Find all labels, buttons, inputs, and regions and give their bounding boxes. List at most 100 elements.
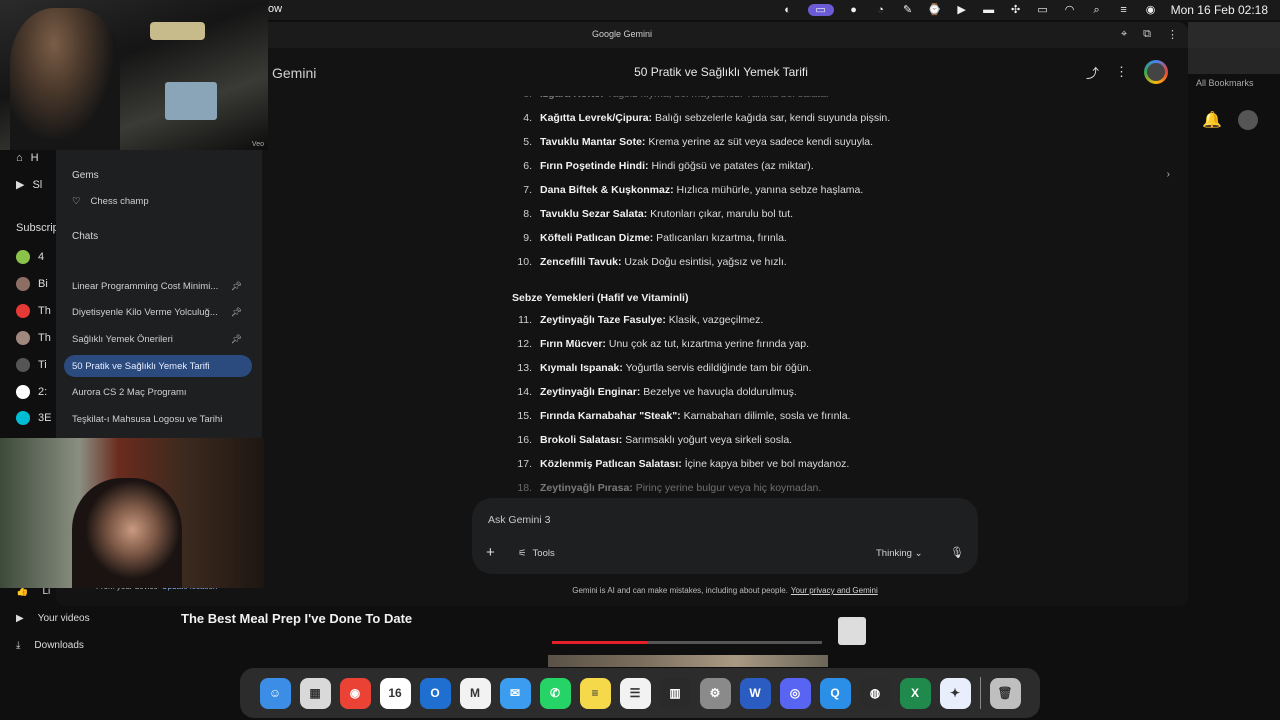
play-icon[interactable]: ▶ [955, 4, 969, 16]
screen-share-icon[interactable]: ▭ [807, 4, 834, 16]
calendar-icon[interactable]: 16 [379, 677, 411, 709]
macos-dock: ☺ ▦ ◉ 16 O M ✉ ✆ ≡ ☰ ▥ ⚙ W ◎ Q ◍ X ✦ 🗑 [240, 668, 1040, 718]
gemini-icon[interactable]: ✦ [939, 677, 971, 709]
prompt-input[interactable]: Ask Gemini 3 [488, 514, 550, 526]
car-icon[interactable]: ▬ [982, 4, 996, 16]
share-icon[interactable]: ⤴ [1086, 63, 1099, 82]
numbers-icon[interactable]: ▥ [659, 677, 691, 709]
more-vert-icon[interactable]: ⋮ [1167, 28, 1178, 41]
driver-silhouette [10, 8, 120, 150]
chat-item[interactable]: Sağlıklı Yemek Önerileri 📌︎ [64, 328, 252, 350]
privacy-link[interactable]: Your privacy and Gemini [791, 586, 878, 595]
battery-icon[interactable]: ▭ [1036, 4, 1050, 16]
chat-item[interactable]: Linear Programming Cost Minimi... 📌︎ [64, 275, 252, 297]
prompt-input-box[interactable]: Ask Gemini 3 + ⚟ Tools Thinking ⌄ 🎙 [472, 498, 978, 574]
recipe-list-item: 10. Zencefilli Tavuk: Uzak Doğu esintisi,… [508, 256, 786, 268]
webcam-overlay-streamer [0, 438, 264, 588]
home-nav[interactable]: ⌂ H [16, 152, 39, 164]
chrome-icon[interactable]: ◉ [339, 677, 371, 709]
account-avatar[interactable] [1144, 60, 1168, 84]
gmail-icon[interactable]: M [459, 677, 491, 709]
notes-icon[interactable]: ≡ [579, 677, 611, 709]
subscription-item[interactable]: Bi [16, 277, 48, 291]
word-icon[interactable]: W [739, 677, 771, 709]
record-icon[interactable]: ● [847, 4, 861, 16]
pin-icon[interactable]: 📌︎ [231, 307, 242, 318]
youtube-avatar[interactable] [1238, 110, 1258, 130]
gems-heading[interactable]: Gems [72, 170, 99, 181]
mic-icon[interactable]: 🎙 [950, 546, 964, 559]
whatsapp-icon[interactable]: ✆ [539, 677, 571, 709]
obs-icon[interactable]: ◍ [859, 677, 891, 709]
downloads-nav[interactable]: ⤓ Downloads [16, 640, 84, 651]
chevron-down-icon: ⌄ [914, 548, 923, 559]
subscription-item[interactable]: 2: [16, 385, 47, 399]
your-videos-nav[interactable]: ▶ Your videos [16, 613, 90, 624]
sync-icon[interactable]: ◔ [874, 4, 888, 16]
menubar-clock[interactable]: Mon 16 Feb 02:18 [1171, 3, 1268, 17]
item-title: Dana Biftek & Kuşkonmaz: [540, 184, 674, 196]
recipe-list-item: 6. Fırın Poşetinde Hindi: Hindi göğsü ve … [508, 160, 813, 172]
video-title[interactable]: The Best Meal Prep I've Done To Date [181, 611, 412, 626]
pen-icon[interactable]: ✎ [901, 4, 915, 16]
download-icon: ⤓ [16, 640, 21, 651]
reminders-icon[interactable]: ☰ [619, 677, 651, 709]
discord-icon[interactable]: ◎ [779, 677, 811, 709]
subscription-item[interactable]: Th [16, 331, 51, 345]
control-center-icon[interactable]: ≡ [1117, 4, 1131, 16]
subscription-item[interactable]: 3E [16, 411, 51, 425]
subscription-item[interactable]: Th [16, 304, 51, 318]
item-title: Zeytinyağlı Enginar: [540, 386, 641, 398]
chat-item[interactable]: 50 Pratik ve Sağlıklı Yemek Tarifi [64, 355, 252, 378]
extension-icon[interactable]: ⧉ [1143, 28, 1151, 41]
recipe-list-item: 5. Tavuklu Mantar Sote: Krema yerine az s… [508, 136, 873, 148]
trash-icon[interactable]: 🗑 [989, 677, 1021, 709]
quicktime-icon[interactable]: Q [819, 677, 851, 709]
search-icon[interactable]: ⌕ [1090, 4, 1104, 16]
settings-icon[interactable]: ⚙ [699, 677, 731, 709]
excel-icon[interactable]: X [899, 677, 931, 709]
item-number: 12. [517, 338, 532, 350]
item-number: 6. [523, 160, 532, 172]
chat-item[interactable]: Teşkilat-ı Mahsusa Logosu ve Tarihi [64, 409, 252, 431]
launchpad-icon[interactable]: ▦ [299, 677, 331, 709]
all-bookmarks-label[interactable]: All Bookmarks [1196, 78, 1254, 88]
video-progress-bar[interactable] [552, 641, 822, 644]
gem-item[interactable]: ♡ Chess champ [72, 196, 149, 207]
shorts-nav[interactable]: ▶ Sl [16, 178, 42, 192]
item-description: Krema yerine az süt veya sadece kendi su… [648, 136, 874, 148]
notifications-bell-icon[interactable]: 🔔 [1202, 110, 1222, 130]
outlook-icon[interactable]: O [419, 677, 451, 709]
mail-icon[interactable]: ✉ [499, 677, 531, 709]
item-description: Unu çok az tut, kızartma yerine fırında … [608, 338, 810, 350]
recipe-list-item: 8. Tavuklu Sezar Salata: Krutonları çıkar… [508, 208, 793, 220]
subscription-item[interactable]: 4 [16, 250, 44, 264]
item-title: Kağıtta Levrek/Çipura: [540, 112, 653, 124]
wifi-icon[interactable]: ◠ [1063, 4, 1077, 16]
pin-icon[interactable]: 📌︎ [231, 334, 242, 345]
video-thumbnail-strip[interactable] [548, 655, 828, 667]
chevron-right-icon[interactable]: › [1167, 169, 1170, 180]
pin-icon[interactable]: 📌︎ [231, 281, 242, 292]
recipe-list-item: 18. Zeytinyağlı Pırasa: Pirinç yerine bul… [508, 482, 821, 494]
siri-icon[interactable]: ◉ [1144, 4, 1158, 16]
more-options-icon[interactable]: ⋮ [1115, 64, 1128, 80]
add-icon[interactable]: + [486, 544, 495, 561]
subscription-item[interactable]: Ti [16, 358, 47, 372]
webcam-tag: Veo [251, 141, 264, 148]
control-icon[interactable]: ◐ [781, 4, 795, 16]
fan-icon[interactable]: ✣ [1009, 4, 1023, 16]
tools-button[interactable]: ⚟ Tools [518, 548, 555, 559]
channel-thumbnail[interactable] [838, 617, 866, 645]
timer-icon[interactable]: ⌚ [928, 4, 942, 16]
item-title: Kıymalı Ispanak: [540, 362, 623, 374]
chat-item[interactable]: Diyetisyenle Kilo Verme Yolculuğ... 📌︎ [64, 302, 252, 324]
chat-item[interactable]: Aurora CS 2 Maç Programı [64, 382, 252, 404]
item-title: Fırın Mücver: [540, 338, 606, 350]
item-number: 11. [518, 314, 532, 326]
recipe-list-item: 7. Dana Biftek & Kuşkonmaz: Hızlıca mühür… [508, 184, 863, 196]
mode-selector[interactable]: Thinking ⌄ [876, 548, 923, 559]
finder-icon[interactable]: ☺ [259, 677, 291, 709]
location-icon[interactable]: ⌖ [1121, 28, 1127, 41]
section-heading: Sebze Yemekleri (Hafif ve Vitaminli) [512, 292, 689, 304]
